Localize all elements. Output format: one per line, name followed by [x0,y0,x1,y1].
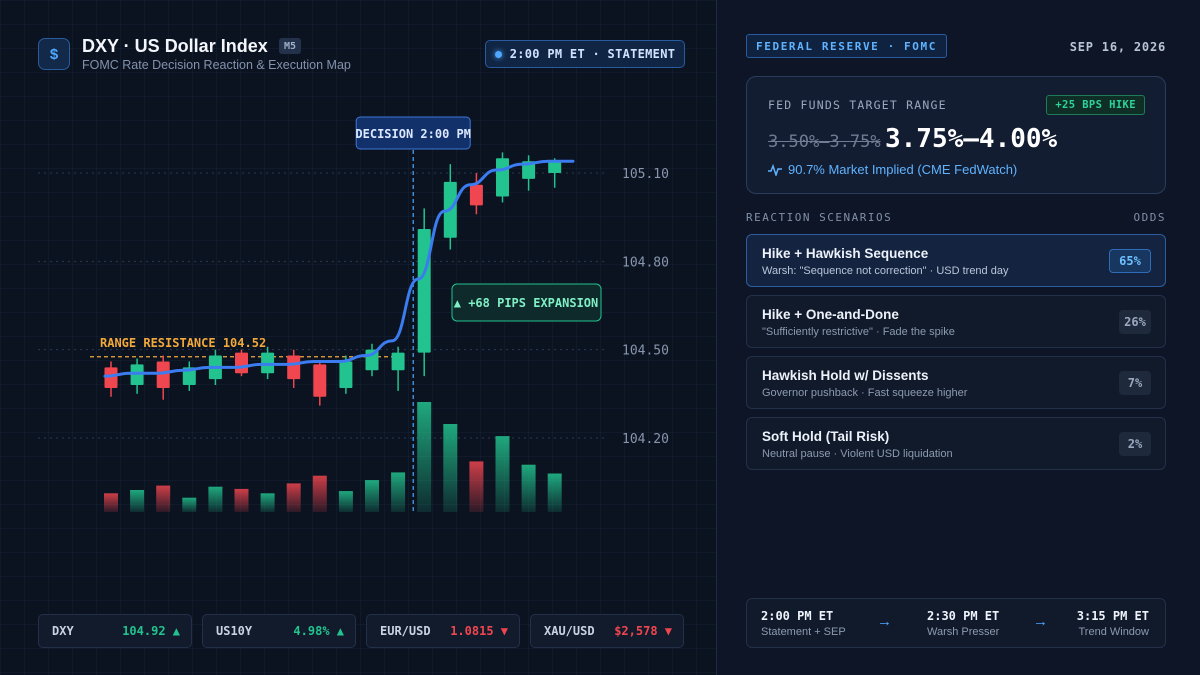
scenario-subtitle: "Sufficiently restrictive" · Fade the sp… [762,326,955,338]
scenario-subtitle: Neutral pause · Violent USD liquidation [762,448,953,460]
timeline-presser: 2:30 PM ET Warsh Presser [927,609,999,638]
volume-bar [156,485,171,512]
scenario-subtitle: Warsh: "Sequence not correction" · USD t… [762,265,1009,277]
arrow-right-icon: → [1033,613,1048,630]
chart-panel: $ DXY · US Dollar Index M5 FOMC Rate Dec… [0,0,716,675]
volume-bar [417,402,432,512]
candle-body [391,352,405,371]
y-tick-label: 104.80 [622,255,669,270]
volume-bar [391,472,406,512]
candle-body [417,228,431,353]
volume-bar [234,488,249,512]
y-tick-label: 104.50 [622,344,669,359]
resistance-label: RANGE RESISTANCE 104.52 [100,336,266,350]
candle-body [235,352,248,374]
market-implied-text: 90.7% Market Implied (CME FedWatch) [788,162,1018,177]
volume-bar [521,464,536,512]
scenario-odds: 2% [1119,432,1151,456]
scenario-one-and-done[interactable]: Hike + One-and-Done "Sufficiently restri… [746,295,1166,348]
timeline-label: Statement + SEP [761,626,846,638]
scenario-title: Soft Hold (Tail Risk) [762,429,890,444]
scenario-odds: 65% [1109,249,1151,273]
fed-tag: FEDERAL RESERVE · FOMC [746,34,947,58]
volume-bar [286,483,301,512]
rate-label: FED FUNDS TARGET RANGE [768,98,947,112]
volume-bar [365,480,379,512]
ticker-symbol: EUR/USD [380,624,431,638]
volume-bar [338,491,353,512]
ticker-symbol: DXY [52,624,74,638]
volume-bar [260,493,275,512]
y-tick-label: 104.20 [622,432,669,447]
volume-bar [495,436,510,512]
ticker-symbol: XAU/USD [544,624,595,638]
y-tick-label: 105.10 [622,167,669,182]
scenario-soft-hold[interactable]: Soft Hold (Tail Risk) Neutral pause · Vi… [746,417,1166,470]
candlestick-chart[interactable]: 105.10 104.80 104.50 104.20 RANGE RESISTANCE… [0,0,716,560]
previous-rate: 3.50%–3.75% [768,132,881,152]
ticker-value: 104.92 ▲ [122,624,180,638]
new-rate: 3.75%–4.00% [885,124,1058,154]
timeline-time: 2:30 PM ET [927,609,1000,623]
scenarios-heading: REACTION SCENARIOS [746,211,893,224]
expansion-label: ▲ +68 PIPS EXPANSION [454,296,599,310]
odds-heading: ODDS [1133,211,1166,224]
scenario-title: Hike + One-and-Done [762,307,899,322]
timeline-time: 3:15 PM ET [1076,609,1149,623]
volume-bar [182,497,197,512]
scenario-hike-hawkish[interactable]: Hike + Hawkish Sequence Warsh: "Sequence… [746,234,1166,287]
event-date: SEP 16, 2026 [1069,40,1166,54]
timeline-time: 2:00 PM ET [761,609,834,623]
volume-bar [469,461,484,512]
ticker-us10y[interactable]: US10Y 4.98% ▲ [202,614,356,648]
market-implied: 90.7% Market Implied (CME FedWatch) [768,162,1017,177]
pulse-icon [768,163,782,176]
timeline-label: Warsh Presser [927,626,1000,638]
timeline-trend: 3:15 PM ET Trend Window [1077,609,1149,638]
ticker-eurusd[interactable]: EUR/USD 1.0815 ▼ [366,614,520,648]
volume-bar [104,493,118,512]
ticker-xauusd[interactable]: XAU/USD $2,578 ▼ [530,614,684,648]
scenario-title: Hawkish Hold w/ Dissents [762,368,929,383]
rate-card: FED FUNDS TARGET RANGE +25 BPS HIKE 3.50… [746,76,1166,194]
candle-body [548,161,562,173]
ticker-dxy[interactable]: DXY 104.92 ▲ [38,614,192,648]
volume-bar [208,486,223,512]
timeline-label: Trend Window [1078,626,1149,638]
volume-bar [130,490,145,512]
candle-body [339,361,353,388]
ticker-value: $2,578 ▼ [614,624,672,638]
ticker-symbol: US10Y [216,624,253,638]
candle-body [496,158,509,197]
scenario-title: Hike + Hawkish Sequence [762,246,929,261]
volume-bar [547,473,562,512]
timeline-statement: 2:00 PM ET Statement + SEP [761,609,846,638]
hike-badge: +25 BPS HIKE [1046,95,1145,115]
scenario-subtitle: Governor pushback · Fast squeeze higher [762,387,968,399]
ticker-value: 4.98% ▲ [293,624,344,638]
event-timeline: 2:00 PM ET Statement + SEP → 2:30 PM ET … [746,598,1166,648]
volume-bar [312,475,327,512]
scenario-odds: 7% [1119,371,1151,395]
candle-body [469,184,483,206]
volume-bar [443,424,458,512]
ticker-value: 1.0815 ▼ [450,624,508,638]
candle-body [287,355,301,380]
scenario-odds: 26% [1119,310,1151,334]
candle-body [313,364,327,397]
decision-label: DECISION 2:00 PM [355,127,471,141]
arrow-right-icon: → [877,613,892,630]
scenario-hawkish-hold[interactable]: Hawkish Hold w/ Dissents Governor pushba… [746,356,1166,409]
